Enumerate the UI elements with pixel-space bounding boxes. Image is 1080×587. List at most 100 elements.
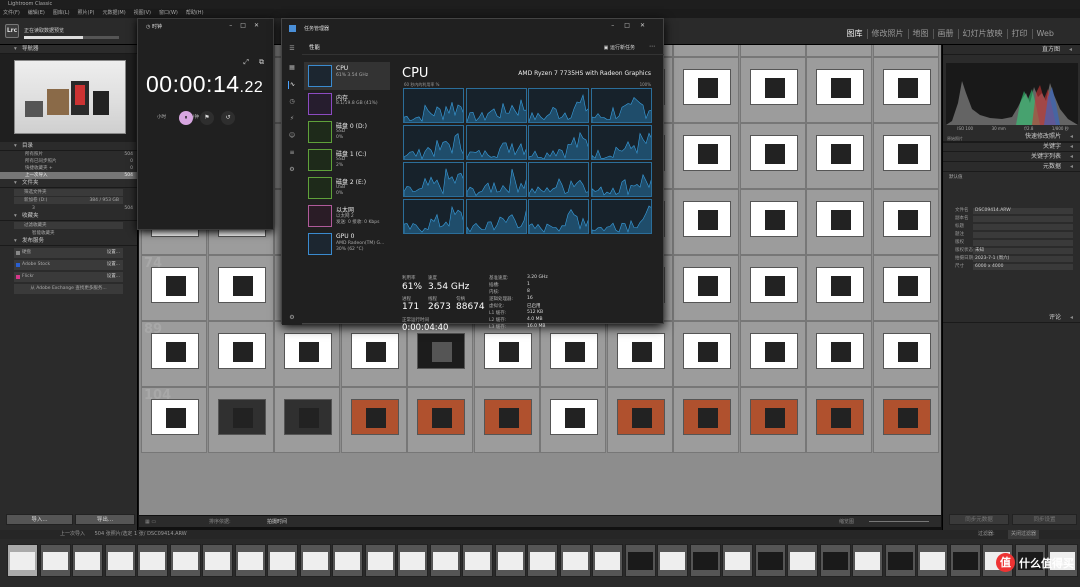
collections-header[interactable]: 收藏夹: [0, 212, 137, 221]
comments-header[interactable]: 评论: [943, 313, 1080, 323]
quick-develop-header[interactable]: 快速修改照片: [943, 132, 1080, 142]
metadata-row[interactable]: 文件名 DSC09414.ARW: [943, 207, 1080, 215]
catalog-item[interactable]: 所有已同步照片 0: [0, 158, 137, 165]
pause-button[interactable]: ⏸: [179, 111, 193, 125]
metadata-row[interactable]: 标题: [943, 223, 1080, 231]
settings-icon[interactable]: ⚙: [288, 314, 296, 322]
sync-settings-button[interactable]: 同步设置: [1012, 514, 1077, 525]
volume-row[interactable]: 新加卷 (D:) 384 / 953 GB: [14, 197, 123, 204]
reset-button[interactable]: ↺: [221, 111, 235, 125]
catalog-header[interactable]: 目录: [0, 142, 137, 151]
grid-cell[interactable]: [274, 387, 340, 453]
menu-item[interactable]: 照片(P): [78, 9, 95, 18]
grid-cell[interactable]: 89: [141, 321, 207, 387]
metadata-value[interactable]: [973, 240, 1073, 246]
metadata-row[interactable]: 版权: [943, 239, 1080, 247]
collection-filter[interactable]: 过滤收藏夹: [14, 222, 123, 229]
grid-cell[interactable]: [872, 45, 939, 57]
metadata-row[interactable]: 副本名: [943, 215, 1080, 223]
performance-icon[interactable]: ∿: [288, 81, 296, 89]
users-icon[interactable]: ☺: [288, 132, 296, 140]
grid-cell[interactable]: [806, 123, 872, 189]
grid-cell[interactable]: [739, 57, 806, 123]
filmstrip-thumb[interactable]: [917, 544, 948, 577]
metadata-value[interactable]: [973, 224, 1073, 230]
grid-cell[interactable]: [673, 321, 739, 387]
run-new-task-button[interactable]: ▣ 运行新任务: [604, 44, 635, 51]
keywording-header[interactable]: 关键字: [943, 142, 1080, 152]
grid-cell[interactable]: [606, 321, 673, 387]
resource-item[interactable]: CPU 61% 3.54 GHz: [304, 62, 390, 90]
filter-select[interactable]: 关闭过滤器: [1008, 530, 1040, 539]
grid-cell[interactable]: [872, 189, 939, 255]
resource-item[interactable]: 磁盘 1 (C:) SSD 2%: [304, 146, 390, 174]
filmstrip-thumb[interactable]: [884, 544, 916, 577]
filmstrip-thumb[interactable]: [429, 544, 461, 577]
flag-button[interactable]: ⚑: [200, 111, 214, 125]
grid-cell[interactable]: [806, 57, 872, 123]
grid-cell[interactable]: [340, 321, 407, 387]
metadata-value[interactable]: [973, 216, 1073, 222]
grid-cell[interactable]: [207, 255, 274, 321]
filmstrip-thumb[interactable]: [462, 544, 493, 577]
grid-cell[interactable]: [207, 321, 274, 387]
menu-item[interactable]: 帮助(H): [186, 9, 204, 18]
catalog-item[interactable]: 快捷收藏夹 + 0: [0, 165, 137, 172]
publish-service[interactable]: 硬盘 设置...: [14, 248, 123, 258]
grid-cell[interactable]: [872, 57, 939, 123]
filmstrip-thumb[interactable]: [819, 544, 851, 577]
grid-cell[interactable]: [806, 45, 872, 57]
filmstrip-thumb[interactable]: [722, 544, 753, 577]
navigator-preview[interactable]: [0, 54, 136, 142]
filmstrip-thumb[interactable]: [787, 544, 818, 577]
metadata-value[interactable]: 2023-7-1 (周六): [973, 256, 1073, 262]
grid-cell[interactable]: [806, 321, 872, 387]
filmstrip-thumb[interactable]: [592, 544, 623, 577]
window-controls[interactable]: –□✕: [611, 22, 655, 29]
more-options-icon[interactable]: ⋯: [649, 43, 655, 50]
resource-item[interactable]: 以太网 以太网 2 发送: 0 接收: 0 Kbps: [304, 202, 390, 230]
grid-cell[interactable]: [739, 321, 806, 387]
grid-cell[interactable]: [872, 123, 939, 189]
filmstrip-thumb[interactable]: [852, 544, 883, 577]
filmstrip-thumb[interactable]: [39, 544, 71, 577]
module-1[interactable]: 修改照片: [868, 29, 909, 39]
filmstrip-thumb[interactable]: [949, 544, 981, 577]
grid-cell[interactable]: [872, 321, 939, 387]
grid-cell[interactable]: [407, 387, 473, 453]
folder-filter[interactable]: 筛选文件夹: [14, 189, 123, 196]
metadata-row[interactable]: 拍摄日期 2023-7-1 (周六): [943, 255, 1080, 263]
sort-value[interactable]: 拍摄时间: [267, 516, 287, 528]
processes-icon[interactable]: ▦: [288, 64, 296, 72]
metadata-value[interactable]: 未知: [973, 248, 1073, 254]
sync-metadata-button[interactable]: 同步元数据: [949, 514, 1009, 525]
grid-cell[interactable]: [872, 387, 939, 453]
resource-item[interactable]: GPU 0 AMD Radeon(TM) G... 30% (62 °C): [304, 230, 390, 258]
menu-icon[interactable]: ☰: [288, 45, 296, 53]
grid-cell[interactable]: [739, 123, 806, 189]
service-action[interactable]: 设置...: [107, 248, 120, 258]
filmstrip-thumb[interactable]: [689, 544, 721, 577]
metadata-value[interactable]: DSC09414.ARW: [973, 208, 1073, 214]
filmstrip-thumb[interactable]: [234, 544, 266, 577]
expand-icon[interactable]: ⤢: [243, 58, 249, 67]
smart-collections[interactable]: 智能收藏夹: [0, 230, 137, 237]
grid-cell[interactable]: [739, 255, 806, 321]
grid-cell[interactable]: [739, 387, 806, 453]
metadata-row[interactable]: 尺寸 6000 x 4000: [943, 263, 1080, 271]
publish-service[interactable]: Adobe Stock 设置...: [14, 260, 123, 270]
grid-view-icon[interactable]: ▦ ▭: [145, 516, 156, 528]
module-4[interactable]: 幻灯片放映: [959, 29, 1008, 39]
filmstrip-thumb[interactable]: [397, 544, 428, 577]
filmstrip-thumb[interactable]: [527, 544, 558, 577]
resource-item[interactable]: 磁盘 2 (E:) USB 0%: [304, 174, 390, 202]
grid-cell[interactable]: [806, 255, 872, 321]
grid-cell[interactable]: [673, 387, 739, 453]
history-icon[interactable]: ◷: [288, 98, 296, 106]
filmstrip-thumb[interactable]: [202, 544, 233, 577]
histogram-header[interactable]: 直方图: [943, 45, 1080, 55]
grid-cell[interactable]: [872, 255, 939, 321]
metadata-value[interactable]: [973, 232, 1073, 238]
grid-cell[interactable]: [739, 189, 806, 255]
module-0[interactable]: 图库: [843, 29, 868, 39]
